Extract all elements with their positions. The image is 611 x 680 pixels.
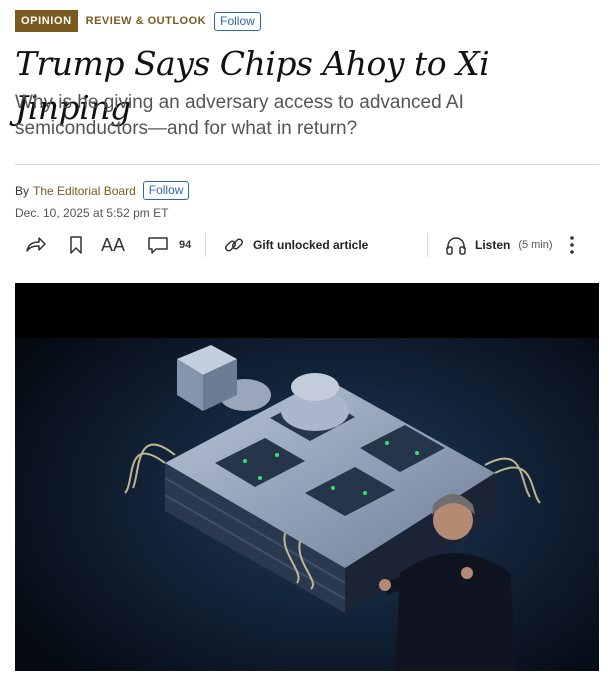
listen-label: Listen (475, 238, 511, 252)
section-label[interactable]: REVIEW & OUTLOOK (86, 15, 206, 27)
comment-count: 94 (179, 239, 192, 251)
author-link[interactable]: The Editorial Board (33, 184, 136, 198)
listen-duration: (5 min) (518, 239, 553, 251)
section-follow-button[interactable]: Follow (214, 11, 261, 31)
more-options-button[interactable] (567, 230, 577, 260)
article-toolbar: AA 94 Gift unlocked article Listen (5 mi… (15, 230, 599, 260)
author-follow-button[interactable]: Follow (142, 181, 190, 200)
byline-prefix: By (15, 183, 30, 198)
comments-button[interactable]: 94 (147, 230, 191, 260)
article-dek: Why is he giving an adversary access to … (15, 92, 464, 139)
gift-article-label: Gift unlocked article (253, 238, 369, 252)
toolbar-divider (427, 233, 428, 257)
opinion-badge[interactable]: OPINION (15, 10, 78, 32)
publish-date: Dec. 10, 2025 at 5:52 pm ET (15, 206, 169, 220)
divider (15, 164, 599, 165)
bookmark-icon (68, 235, 84, 255)
save-button[interactable] (68, 230, 84, 260)
hero-photo (15, 283, 599, 671)
gift-article-button[interactable]: Gift unlocked article (223, 230, 368, 260)
share-icon (25, 235, 47, 255)
article-topline: OPINION REVIEW & OUTLOOK Follow (15, 10, 261, 32)
text-size-button[interactable]: AA (101, 230, 125, 260)
text-size-icon: AA (101, 234, 126, 255)
headphones-icon (445, 235, 467, 255)
share-button[interactable] (25, 230, 47, 260)
comment-icon (147, 235, 169, 255)
link-icon (223, 235, 245, 255)
byline: By The Editorial Board Follow (15, 181, 190, 200)
more-vertical-icon (567, 234, 577, 256)
toolbar-divider (205, 233, 206, 257)
listen-button[interactable]: Listen (5 min) (445, 230, 553, 260)
